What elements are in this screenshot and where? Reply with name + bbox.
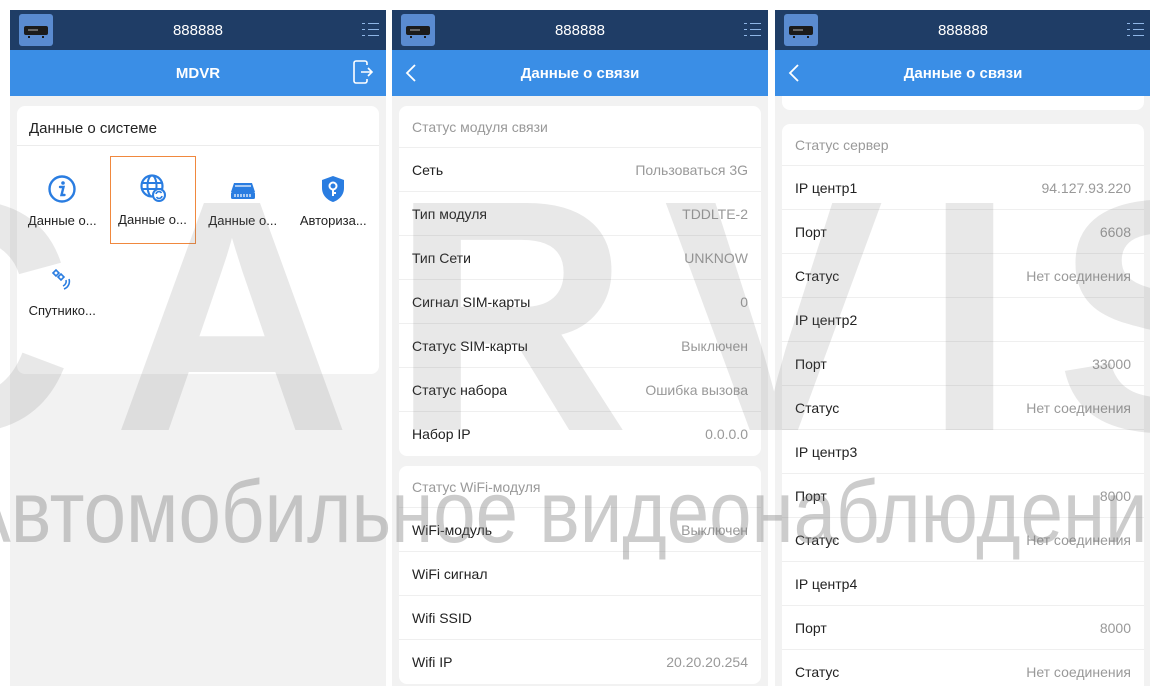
dvr-device-icon[interactable] [784, 14, 818, 46]
list-item: Сеть Пользоваться 3G [399, 148, 761, 192]
dvr-device-icon[interactable] [401, 14, 435, 46]
hard-drive-icon [230, 183, 255, 199]
server-status-card: Статус сервер IP центр1 94.127.93.220 Пор… [782, 124, 1144, 686]
list-item: IP центр1 94.127.93.220 [782, 166, 1144, 210]
list-item: Статус Нет соединения [782, 254, 1144, 298]
satellite-icon [52, 268, 71, 290]
menu-list-icon[interactable] [362, 20, 380, 40]
section-title: Статус модуля связи [399, 106, 761, 148]
tile-grid: Данные о... Данные о... Данные о... Авто… [17, 146, 379, 336]
connection-screen: 888888 Данные о связи Статус модуля связ… [392, 10, 768, 686]
tile-label: Спутнико... [28, 303, 96, 318]
tile-label: Данные о... [27, 213, 97, 228]
list-item: Порт 33000 [782, 342, 1144, 386]
device-id: 888888 [554, 21, 606, 39]
module-status-card: Статус модуля связи Сеть Пользоваться 3G … [399, 106, 761, 456]
list-item: Статус набора Ошибка вызова [399, 368, 761, 412]
info-icon [48, 175, 76, 203]
wifi-status-card: Статус WiFi-модуля WiFi-модуль Выключен W… [399, 466, 761, 684]
page-title: Данные о связи [520, 64, 640, 82]
back-arrow-icon[interactable] [404, 64, 420, 82]
status-topbar: 888888 [392, 10, 768, 50]
logout-icon[interactable] [352, 60, 374, 84]
shield-key-icon [322, 176, 345, 202]
list-item: Набор IP 0.0.0.0 [412, 426, 748, 442]
list-item: Wifi SSID [399, 596, 761, 640]
tile-label: Данные о... [208, 213, 278, 228]
device-id: 888888 [172, 21, 224, 39]
back-arrow-icon[interactable] [787, 64, 803, 82]
globe-sync-icon [139, 174, 166, 202]
tile-label: Авториза... [299, 213, 367, 228]
list-item: IP центр4 [782, 562, 1144, 606]
server-status-screen: 888888 Данные о связи Статус сервер IP ц… [775, 10, 1150, 686]
list-item: Сигнал SIM-карты 0 [399, 280, 761, 324]
page-title: Данные о связи [903, 64, 1023, 82]
dvr-device-icon[interactable] [19, 14, 53, 46]
list-item: IP центр3 [782, 430, 1144, 474]
navbar: MDVR [10, 50, 386, 96]
navbar: Данные о связи [392, 50, 768, 96]
list-item: Порт 6608 [782, 210, 1144, 254]
list-item: Статус Нет соединения [782, 518, 1144, 562]
list-item: WiFi сигнал [399, 552, 761, 596]
list-item: Порт 8000 [782, 606, 1144, 650]
list-item: WiFi-модуль Выключен [399, 508, 761, 552]
list-item: Порт 8000 [782, 474, 1144, 518]
tile-satellite[interactable]: Спутнико... [17, 246, 108, 336]
list-item: Статус SIM-карты Выключен [399, 324, 761, 368]
list-item: IP центр2 [782, 298, 1144, 342]
status-topbar: 888888 [775, 10, 1150, 50]
tile-authorization[interactable]: Авториза... [288, 156, 379, 246]
system-data-card: Данные о системе Данные о... Данные о...… [17, 106, 379, 374]
previous-card-bottom [782, 96, 1144, 110]
menu-list-icon[interactable] [744, 20, 762, 40]
list-item: Тип Сети UNKNOW [399, 236, 761, 280]
device-id: 888888 [937, 21, 989, 39]
tile-device-info[interactable]: Данные о... [17, 156, 108, 246]
tile-connection-data[interactable]: Данные о... [109, 156, 196, 244]
section-title: Статус сервер [782, 124, 1144, 166]
list-item: Статус Нет соединения [795, 664, 1131, 680]
list-item: Тип модуля TDDLTE-2 [399, 192, 761, 236]
menu-list-icon[interactable] [1127, 20, 1145, 40]
card-title: Данные о системе [17, 106, 379, 146]
section-title: Статус WiFi-модуля [399, 466, 761, 508]
list-item: Wifi IP 20.20.20.254 [412, 654, 748, 670]
status-topbar: 888888 [10, 10, 386, 50]
tile-label: Данные о... [118, 212, 187, 227]
navbar: Данные о связи [775, 50, 1150, 96]
page-title: MDVR [175, 64, 221, 82]
tile-storage-data[interactable]: Данные о... [198, 156, 289, 246]
system-screen: 888888 MDVR Данные о системе Данные о... [10, 10, 386, 686]
list-item: Статус Нет соединения [782, 386, 1144, 430]
